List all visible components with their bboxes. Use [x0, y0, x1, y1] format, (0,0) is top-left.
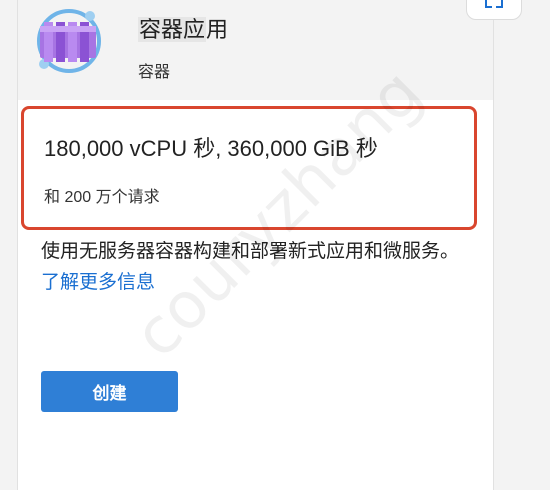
corner-action-button[interactable] — [466, 0, 522, 20]
create-button[interactable]: 创建 — [41, 371, 178, 412]
expand-icon — [485, 0, 503, 8]
description-text: 使用无服务器容器构建和部署新式应用和微服务。 — [41, 241, 460, 262]
service-card: 容器应用 容器 180,000 vCPU 秒, 360,000 GiB 秒 和 … — [17, 0, 494, 490]
service-title: 容器应用 — [138, 12, 228, 44]
service-title-highlight: 容器应 — [138, 17, 207, 42]
adjacent-panel-edge — [536, 0, 550, 490]
card-header: 容器应用 容器 — [18, 0, 493, 100]
pricing-sub: 和 200 万个请求 — [44, 189, 160, 206]
service-description: 使用无服务器容器构建和部署新式应用和微服务。 了解更多信息 — [41, 236, 481, 298]
container-apps-icon — [37, 9, 101, 73]
pricing-main: 180,000 vCPU 秒, 360,000 GiB 秒 — [44, 136, 378, 161]
service-title-rest: 用 — [206, 17, 229, 42]
service-category: 容器 — [138, 64, 171, 81]
learn-more-link[interactable]: 了解更多信息 — [41, 272, 155, 293]
pricing-highlight-box: 180,000 vCPU 秒, 360,000 GiB 秒 和 200 万个请求 — [21, 106, 477, 230]
